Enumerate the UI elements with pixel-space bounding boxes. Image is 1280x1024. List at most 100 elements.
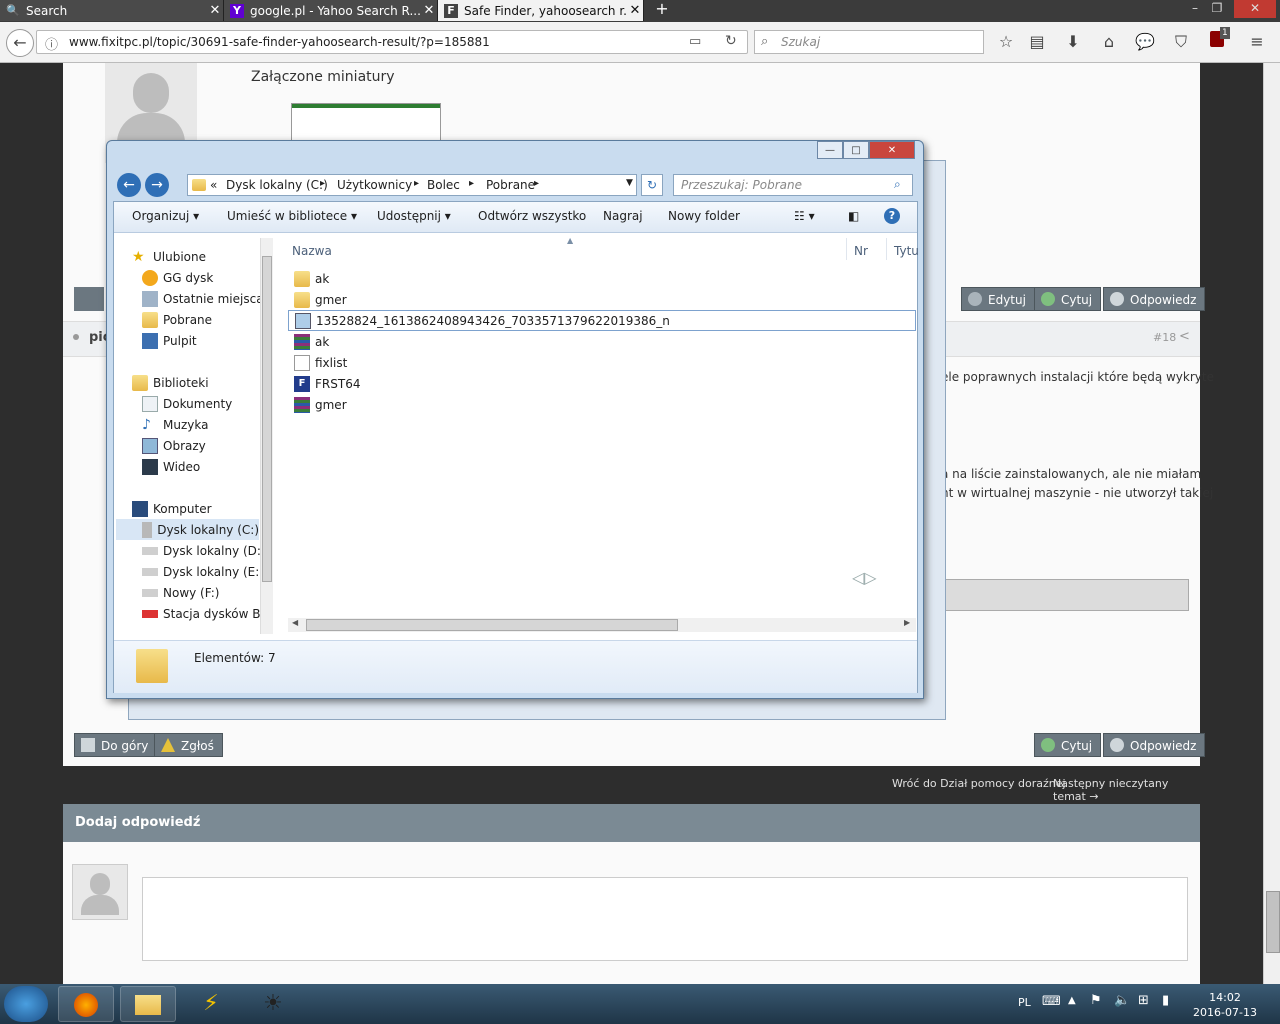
organize-menu[interactable]: Organizuj ▾ bbox=[132, 209, 199, 223]
quote-button[interactable]: Cytuj bbox=[1034, 287, 1102, 311]
refresh-icon[interactable]: ↻ bbox=[641, 174, 663, 196]
download-icon[interactable]: ⬇ bbox=[1060, 29, 1086, 55]
quote-button[interactable]: Cytuj bbox=[1034, 733, 1102, 757]
gg-taskbar-icon[interactable]: ☀ bbox=[258, 988, 288, 1020]
back-to-forum-link[interactable]: Wróć do Dział pomocy doraźnej bbox=[892, 777, 1066, 790]
tab-fixitpc[interactable]: F Safe Finder, yahoosearch r... ✕ bbox=[438, 0, 644, 21]
breadcrumb-item[interactable]: Pobrane bbox=[486, 178, 535, 192]
chevron-right-icon[interactable]: ▸ bbox=[534, 178, 539, 189]
post-number[interactable]: #18 bbox=[1153, 331, 1176, 344]
address-bar[interactable]: « Dysk lokalny (C:) ▸ Użytkownicy ▸ Bole… bbox=[187, 174, 637, 196]
nav-favorites[interactable]: ★ Ulubione bbox=[132, 246, 277, 267]
scroll-right-icon[interactable]: ▶ bbox=[904, 618, 910, 627]
minimize-icon[interactable]: — bbox=[817, 141, 843, 159]
include-in-library-menu[interactable]: Umieść w bibliotece ▾ bbox=[227, 209, 357, 223]
attachment-thumbnail[interactable] bbox=[291, 103, 441, 145]
breadcrumb-item[interactable]: Bolec bbox=[427, 178, 460, 192]
file-item[interactable]: ak bbox=[288, 331, 916, 352]
maximize-icon[interactable]: □ bbox=[843, 141, 869, 159]
scrollbar-thumb[interactable] bbox=[306, 619, 678, 631]
report-button[interactable]: Zgłoś bbox=[154, 733, 223, 757]
utility-taskbar-icon[interactable]: ⚡ bbox=[196, 988, 226, 1020]
reload-icon[interactable]: ↻ bbox=[725, 33, 737, 49]
firefox-taskbar-icon[interactable] bbox=[58, 986, 114, 1022]
new-folder-button[interactable]: Nowy folder bbox=[668, 209, 740, 223]
file-item[interactable]: F FRST64 bbox=[288, 373, 916, 394]
bookmark-star-icon[interactable]: ☆ bbox=[993, 29, 1019, 55]
windows-icon[interactable]: ⊞ bbox=[1138, 993, 1149, 1008]
keyboard-icon[interactable]: ⌨ bbox=[1042, 994, 1061, 1009]
chevron-right-icon[interactable]: ▸ bbox=[469, 178, 474, 189]
reader-view-icon[interactable]: ▭ bbox=[689, 34, 701, 49]
start-button[interactable] bbox=[4, 986, 48, 1022]
burn-button[interactable]: Nagraj bbox=[603, 209, 643, 223]
explorer-taskbar-icon[interactable] bbox=[120, 986, 176, 1022]
pocket-icon[interactable]: ⛉ bbox=[1168, 29, 1194, 55]
back-to-top-button[interactable]: Do góry bbox=[74, 733, 158, 757]
back-arrow-icon[interactable]: ← bbox=[117, 173, 141, 197]
reply-button[interactable]: Odpowiedz bbox=[1103, 733, 1206, 757]
ublock-icon[interactable]: 1 bbox=[1204, 27, 1230, 55]
nav-libraries[interactable]: Biblioteki bbox=[132, 372, 277, 393]
home-icon[interactable]: ⌂ bbox=[1096, 29, 1122, 55]
file-item[interactable]: gmer bbox=[288, 394, 916, 415]
reply-textarea[interactable] bbox=[142, 877, 1188, 961]
play-all-button[interactable]: Odtwórz wszystko bbox=[478, 209, 586, 223]
clock[interactable]: 14:02 2016-07-13 bbox=[1190, 990, 1260, 1020]
nav-computer[interactable]: Komputer bbox=[132, 498, 277, 519]
scrollbar-thumb[interactable] bbox=[1266, 891, 1280, 953]
search-bar[interactable]: ⌕ Szukaj bbox=[754, 30, 984, 54]
url-bar[interactable]: ⓘ www.fixitpc.pl/topic/30691-safe-finder… bbox=[36, 30, 748, 54]
search-input[interactable]: Przeszukaj: Pobrane ⌕ bbox=[673, 174, 913, 196]
share-menu[interactable]: Udostępnij ▾ bbox=[377, 209, 451, 223]
resize-handle-icon[interactable]: ◁▷ bbox=[852, 568, 877, 587]
close-window-icon[interactable]: ✕ bbox=[869, 141, 915, 159]
breadcrumb-overflow[interactable]: « bbox=[210, 178, 217, 192]
file-item[interactable]: fixlist bbox=[288, 352, 916, 373]
show-hidden-icons-icon[interactable]: ▲ bbox=[1068, 995, 1076, 1006]
info-icon[interactable]: ⓘ bbox=[45, 34, 58, 53]
file-item[interactable]: gmer bbox=[288, 289, 916, 310]
edit-button[interactable]: Edytuj bbox=[961, 287, 1035, 311]
volume-icon[interactable]: 🔈 bbox=[1114, 993, 1130, 1008]
view-options-icon[interactable]: ☷ ▾ bbox=[794, 209, 815, 223]
new-tab-button[interactable]: + bbox=[650, 0, 674, 20]
next-unread-link[interactable]: Następny nieczytany temat → bbox=[1053, 777, 1200, 803]
action-center-icon[interactable]: ⚑ bbox=[1090, 993, 1102, 1008]
search-icon[interactable]: ⌕ bbox=[894, 177, 901, 192]
scrollbar-thumb[interactable] bbox=[262, 256, 272, 582]
action-button-partial[interactable] bbox=[74, 287, 104, 311]
tab-search[interactable]: 🔍 Search ✕ bbox=[0, 0, 224, 21]
help-icon[interactable]: ? bbox=[884, 208, 900, 224]
url-text[interactable]: www.fixitpc.pl/topic/30691-safe-finder-y… bbox=[69, 35, 490, 49]
close-tab-icon[interactable]: ✕ bbox=[627, 3, 643, 18]
horizontal-scrollbar[interactable]: ◀ ▶ bbox=[288, 618, 916, 632]
chat-icon[interactable]: 💬 bbox=[1132, 29, 1158, 55]
close-window-icon[interactable]: ✕ bbox=[1234, 0, 1276, 18]
reply-button[interactable]: Odpowiedz bbox=[1103, 287, 1206, 311]
breadcrumb-item[interactable]: Użytkownicy bbox=[337, 178, 412, 192]
nav-scrollbar[interactable] bbox=[260, 238, 273, 634]
breadcrumb-item[interactable]: Dysk lokalny (C:) bbox=[226, 178, 328, 192]
page-scrollbar[interactable] bbox=[1263, 63, 1280, 984]
scroll-left-icon[interactable]: ◀ bbox=[292, 618, 298, 627]
close-tab-icon[interactable]: ✕ bbox=[207, 3, 223, 18]
network-icon[interactable]: ▮ bbox=[1162, 993, 1169, 1008]
bookmarks-list-icon[interactable]: ▤ bbox=[1024, 29, 1050, 55]
chevron-right-icon[interactable]: ▸ bbox=[414, 178, 419, 189]
forward-arrow-icon[interactable]: → bbox=[145, 173, 169, 197]
file-item[interactable]: ak bbox=[288, 268, 916, 289]
chevron-down-icon[interactable]: ▼ bbox=[626, 178, 633, 188]
column-header-number[interactable]: Nr bbox=[854, 244, 868, 258]
chevron-right-icon[interactable]: ▸ bbox=[320, 178, 325, 189]
restore-icon[interactable]: ❐ bbox=[1200, 0, 1234, 18]
share-icon[interactable]: < bbox=[1179, 329, 1190, 344]
column-header-name[interactable]: Nazwa bbox=[292, 244, 332, 258]
preview-pane-icon[interactable]: ◧ bbox=[848, 209, 859, 223]
nav-drive-c[interactable]: Dysk lokalny (C:) bbox=[116, 519, 259, 540]
tab-yahoo[interactable]: Y google.pl - Yahoo Search R... ✕ bbox=[224, 0, 438, 21]
close-tab-icon[interactable]: ✕ bbox=[421, 3, 437, 18]
column-header-title[interactable]: Tytu bbox=[894, 244, 919, 258]
back-arrow-icon[interactable]: ← bbox=[6, 29, 34, 57]
file-item[interactable]: 13528824_1613862408943426_70335713796220… bbox=[288, 310, 916, 331]
